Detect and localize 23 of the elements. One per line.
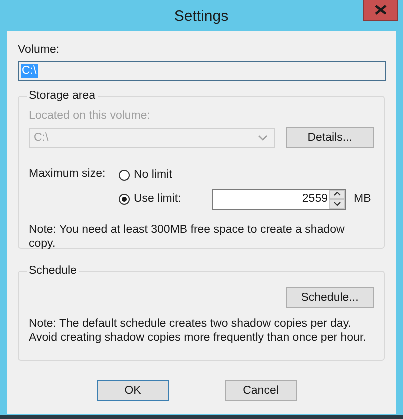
group-title: Storage area [27,89,98,103]
maximum-size-label: Maximum size: [29,167,107,182]
radio-option[interactable]: Use limit: [119,193,212,205]
note-text: Note: The default schedule creates two shadow copies per day. Avoid creating shadow copies more frequently than once per hour. [29,317,368,345]
close-button[interactable] [363,0,398,21]
close-icon [374,5,386,15]
location-label: Located on this volume: [29,109,152,123]
unit-label: MB [354,193,372,205]
chevron-down-icon [258,134,268,140]
spin-up-button[interactable] [329,190,345,199]
details-button[interactable]: Details... [286,127,374,148]
schedule-button[interactable]: Schedule... [286,287,374,308]
volume-label: Volume: [18,43,61,57]
window-title: Settings [174,8,229,24]
dialog-button[interactable]: OK [97,380,169,401]
caret-up-icon [334,192,340,196]
limit-spin-field[interactable]: 2559 [212,188,346,210]
caret-down-icon [334,202,340,206]
spin-down-button[interactable] [329,199,345,208]
note-text: Note: You need at least 300MB free space to create a shadow copy. [29,223,346,251]
radio-option[interactable]: No limit [119,169,212,181]
dialog-button[interactable]: Cancel [225,380,297,401]
volume-value: C:\ [21,64,38,78]
